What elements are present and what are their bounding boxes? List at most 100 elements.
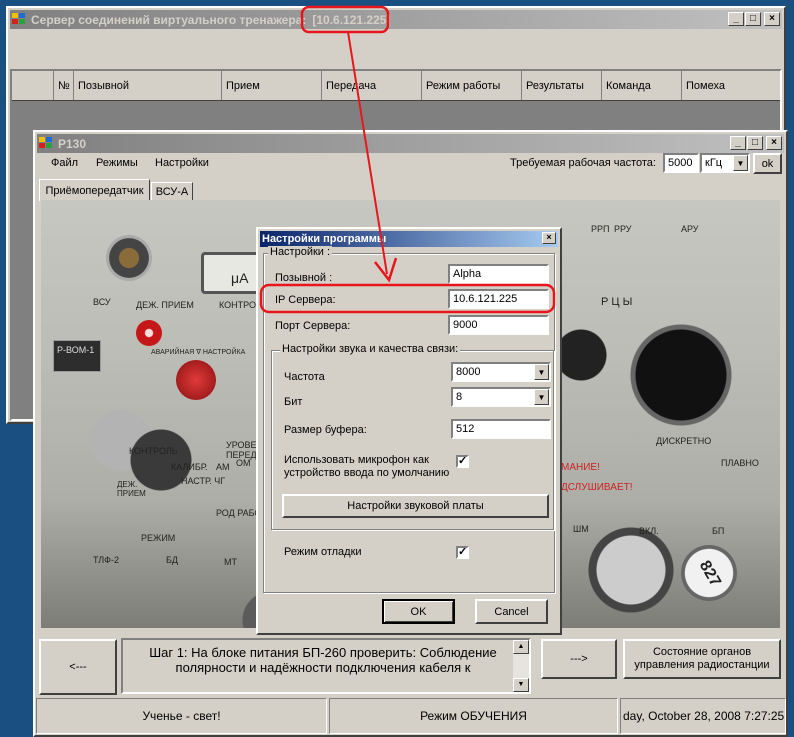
minimize-button[interactable]: _ [730, 136, 746, 150]
red-knob[interactable] [176, 360, 216, 400]
sample-rate-select[interactable]: 8000 ▼ [451, 362, 551, 382]
main-titlebar: Р130 _ □ × [37, 134, 784, 153]
panel-label-vnimanie: МАНИЕ! [561, 462, 600, 473]
tab-vsu[interactable]: ВСУ-А [151, 182, 193, 200]
panel-label-kalibr: КАЛИБР. [171, 462, 208, 472]
panel-label-dezh-priem2: ДЕЖ. ПРИЕМ [117, 480, 146, 498]
step-text-box: Шаг 1: На блоке питания БП-260 проверить… [121, 638, 531, 694]
server-port-label: Порт Сервера: [275, 320, 351, 332]
maximize-button[interactable]: □ [745, 12, 761, 26]
soundcard-settings-button[interactable]: Настройки звуковой платы [282, 494, 549, 518]
dialog-titlebar: Настройки программы × [260, 231, 558, 247]
panel-label-bd: БД [166, 555, 179, 565]
menu-settings[interactable]: Настройки [155, 157, 209, 169]
sample-rate-label: Частота [284, 371, 325, 383]
connector-knob[interactable] [106, 235, 152, 281]
panel-label-tlf: ТЛФ-2 [93, 555, 119, 565]
menu-file[interactable]: Файл [51, 157, 78, 169]
step-text: Шаг 1: На блоке питания БП-260 проверить… [149, 645, 497, 675]
chevron-down-icon[interactable]: ▼ [534, 389, 549, 405]
server-title: Сервер соединений виртуального тренажера… [31, 12, 307, 27]
microammeter-unit: μA [231, 270, 249, 286]
column-header[interactable]: Передача [322, 71, 422, 100]
panel-label-rezhim: РЕЖИМ [141, 533, 176, 543]
tab-transceiver[interactable]: Приёмопередатчик [39, 179, 150, 201]
debug-mode-checkbox[interactable]: ✓ [456, 546, 469, 559]
bits-value: 8 [456, 391, 463, 403]
next-step-button[interactable]: ---> [541, 639, 617, 679]
panel-label-bp: БП [712, 526, 725, 536]
panel-label-shm: ШМ [573, 524, 589, 534]
panel-label-am: АМ [216, 462, 230, 472]
close-button[interactable]: × [766, 136, 782, 150]
column-header[interactable]: Помеха [682, 71, 780, 100]
frequency-input[interactable]: 5000 [663, 153, 699, 173]
panel-label-rrp: РРП [591, 224, 610, 234]
panel-label-rru: РРУ [614, 224, 632, 234]
column-header[interactable]: Прием [222, 71, 322, 100]
step-scrollbar[interactable]: ▲ ▼ [513, 640, 529, 692]
column-header[interactable]: Позывной [74, 71, 222, 100]
status-mode-text: Режим ОБУЧЕНИЯ [420, 709, 527, 723]
dialog-title: Настройки программы [262, 233, 387, 245]
app-icon [39, 136, 55, 151]
column-header[interactable]: Команда [602, 71, 682, 100]
ok-button[interactable]: OK [382, 599, 455, 624]
panel-label-podslushivaet: ДСЛУШИВАЕТ! [561, 482, 633, 493]
scroll-up-icon[interactable]: ▲ [513, 640, 529, 654]
server-ip-label: IP Сервера: [275, 294, 336, 306]
chevron-down-icon[interactable]: ▼ [733, 155, 748, 171]
radio-state-button[interactable]: Состояние органов управления радиостанци… [623, 639, 781, 679]
server-ip-input[interactable]: 10.6.121.225 [448, 289, 549, 309]
panel-label-vsu: ВСУ [93, 297, 111, 307]
frequency-unit-value: кГц [705, 157, 723, 169]
chevron-down-icon[interactable]: ▼ [534, 364, 549, 380]
minimize-button[interactable]: _ [728, 12, 744, 26]
table-header: № Позывной Прием Передача Режим работы Р… [12, 71, 780, 101]
panel-label-mt: МТ [224, 557, 237, 567]
column-header[interactable]: № [54, 71, 74, 100]
callsign-label: Позывной : [275, 272, 333, 284]
status-panel-datetime: day, October 28, 2008 7:27:25 [620, 698, 786, 734]
bits-label: Бит [284, 396, 303, 408]
nameplate-label: Р-ВОМ-1 [57, 345, 95, 355]
status-panel-mode: Режим ОБУЧЕНИЯ [329, 698, 618, 734]
server-title-ip: [10.6.121.225] [312, 12, 391, 27]
settings-group-label: Настройки : [268, 246, 333, 258]
panel-label-om: ОМ [236, 458, 251, 468]
frequency-unit-select[interactable]: кГц ▼ [700, 153, 750, 173]
server-port-input[interactable]: 9000 [448, 315, 549, 335]
panel-label-avariinaya: АВАРИЙНАЯ ∇ НАСТРОЙКА [151, 349, 246, 356]
alarm-lamp[interactable] [136, 320, 162, 346]
sample-rate-value: 8000 [456, 366, 481, 378]
panel-label-diskretno: ДИСКРЕТНО [656, 436, 712, 446]
column-header[interactable]: Режим работы [422, 71, 522, 100]
column-header[interactable]: Результаты [522, 71, 602, 100]
cancel-button[interactable]: Cancel [475, 599, 548, 624]
required-frequency-label: Требуемая рабочая частота: [510, 157, 656, 169]
mic-checkbox[interactable]: ✓ [456, 455, 469, 468]
scroll-down-icon[interactable]: ▼ [513, 678, 529, 692]
close-button[interactable]: × [764, 12, 780, 26]
tab-vsu-label: ВСУ-А [155, 185, 189, 198]
column-header[interactable] [12, 71, 54, 100]
sound-group-label: Настройки звука и качества связи: [280, 343, 461, 355]
close-icon[interactable]: × [542, 232, 556, 244]
callsign-input[interactable]: Alpha [448, 264, 549, 284]
server-titlebar: Сервер соединений виртуального тренажера… [10, 10, 782, 29]
panel-label-dezh-priem: ДЕЖ. ПРИЕМ [136, 300, 194, 310]
maximize-button[interactable]: □ [747, 136, 763, 150]
debug-mode-label: Режим отладки [284, 546, 362, 558]
panel-label-kontrol2: КОНТРОЛЬ [129, 446, 178, 456]
status-datetime-text: day, October 28, 2008 7:27:25 [623, 709, 785, 723]
status-left-text: Ученье - свет! [142, 709, 221, 723]
main-title: Р130 [58, 136, 87, 151]
buffer-size-input[interactable]: 512 [451, 419, 551, 439]
bits-select[interactable]: 8 ▼ [451, 387, 551, 407]
buffer-size-label: Размер буфера: [284, 424, 367, 436]
panel-label-plavno: ПЛАВНО [721, 458, 759, 468]
menu-modes[interactable]: Режимы [96, 157, 138, 169]
mic-label: Использовать микрофон как устройство вво… [284, 454, 450, 479]
prev-step-button[interactable]: <--- [39, 639, 117, 695]
frequency-ok-button[interactable]: ok [753, 153, 782, 174]
